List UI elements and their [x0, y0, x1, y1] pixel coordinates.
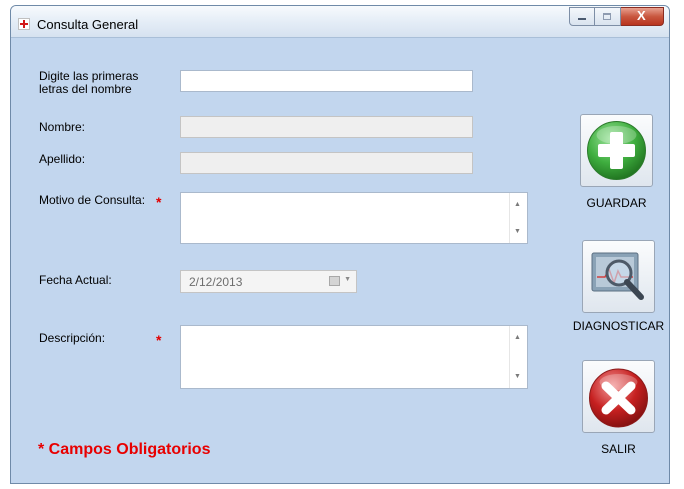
motivo-required-marker: *: [156, 194, 162, 210]
salir-button-label[interactable]: SALIR: [582, 442, 655, 456]
maximize-icon: [603, 13, 611, 20]
close-icon: X: [637, 8, 646, 23]
search-label: Digite las primeras letras del nombre: [39, 69, 139, 96]
nombre-field: [180, 116, 473, 138]
guardar-button[interactable]: [580, 114, 653, 187]
scroll-up-icon[interactable]: ▲: [514, 201, 521, 208]
motivo-scrollbar[interactable]: ▲ ▼: [509, 193, 527, 243]
window-title: Consulta General: [37, 17, 139, 32]
magnifier-monitor-icon: [591, 252, 644, 300]
scroll-down-icon[interactable]: ▼: [514, 373, 521, 380]
salir-button[interactable]: [582, 360, 655, 433]
close-button[interactable]: X: [621, 7, 664, 26]
plus-icon: [587, 121, 646, 180]
nombre-label: Nombre:: [39, 120, 86, 134]
minimize-icon: [578, 18, 586, 20]
descripcion-scrollbar[interactable]: ▲ ▼: [509, 326, 527, 388]
caption-buttons: X: [569, 7, 664, 27]
descripcion-required-marker: *: [156, 332, 162, 348]
diagnosticar-button[interactable]: [582, 240, 655, 313]
x-icon: [589, 368, 648, 428]
motivo-textarea[interactable]: ▲ ▼: [180, 192, 528, 244]
descripcion-label: Descripción:: [39, 331, 106, 345]
calendar-icon[interactable]: [329, 276, 340, 286]
title-bar: Consulta General X: [11, 6, 669, 38]
minimize-button[interactable]: [569, 7, 595, 26]
consulta-general-window: Consulta General X Digite las primeras l…: [10, 5, 670, 484]
red-cross-icon: [18, 18, 30, 30]
diagnosticar-button-label[interactable]: DIAGNOSTICAR: [567, 319, 669, 333]
chevron-down-icon[interactable]: ▼: [344, 276, 351, 283]
fecha-value: 2/12/2013: [189, 275, 243, 289]
fecha-label: Fecha Actual:: [39, 273, 112, 287]
fecha-date-picker[interactable]: 2/12/2013 ▼: [180, 270, 357, 293]
maximize-button[interactable]: [595, 7, 621, 26]
motivo-label: Motivo de Consulta:: [39, 193, 146, 207]
descripcion-textarea[interactable]: ▲ ▼: [180, 325, 528, 389]
scroll-down-icon[interactable]: ▼: [514, 228, 521, 235]
required-fields-note: * Campos Obligatorios: [38, 441, 211, 458]
apellido-label: Apellido:: [39, 152, 86, 166]
scroll-up-icon[interactable]: ▲: [514, 334, 521, 341]
search-input[interactable]: [180, 70, 473, 92]
guardar-button-label[interactable]: GUARDAR: [580, 196, 653, 210]
apellido-field: [180, 152, 473, 174]
